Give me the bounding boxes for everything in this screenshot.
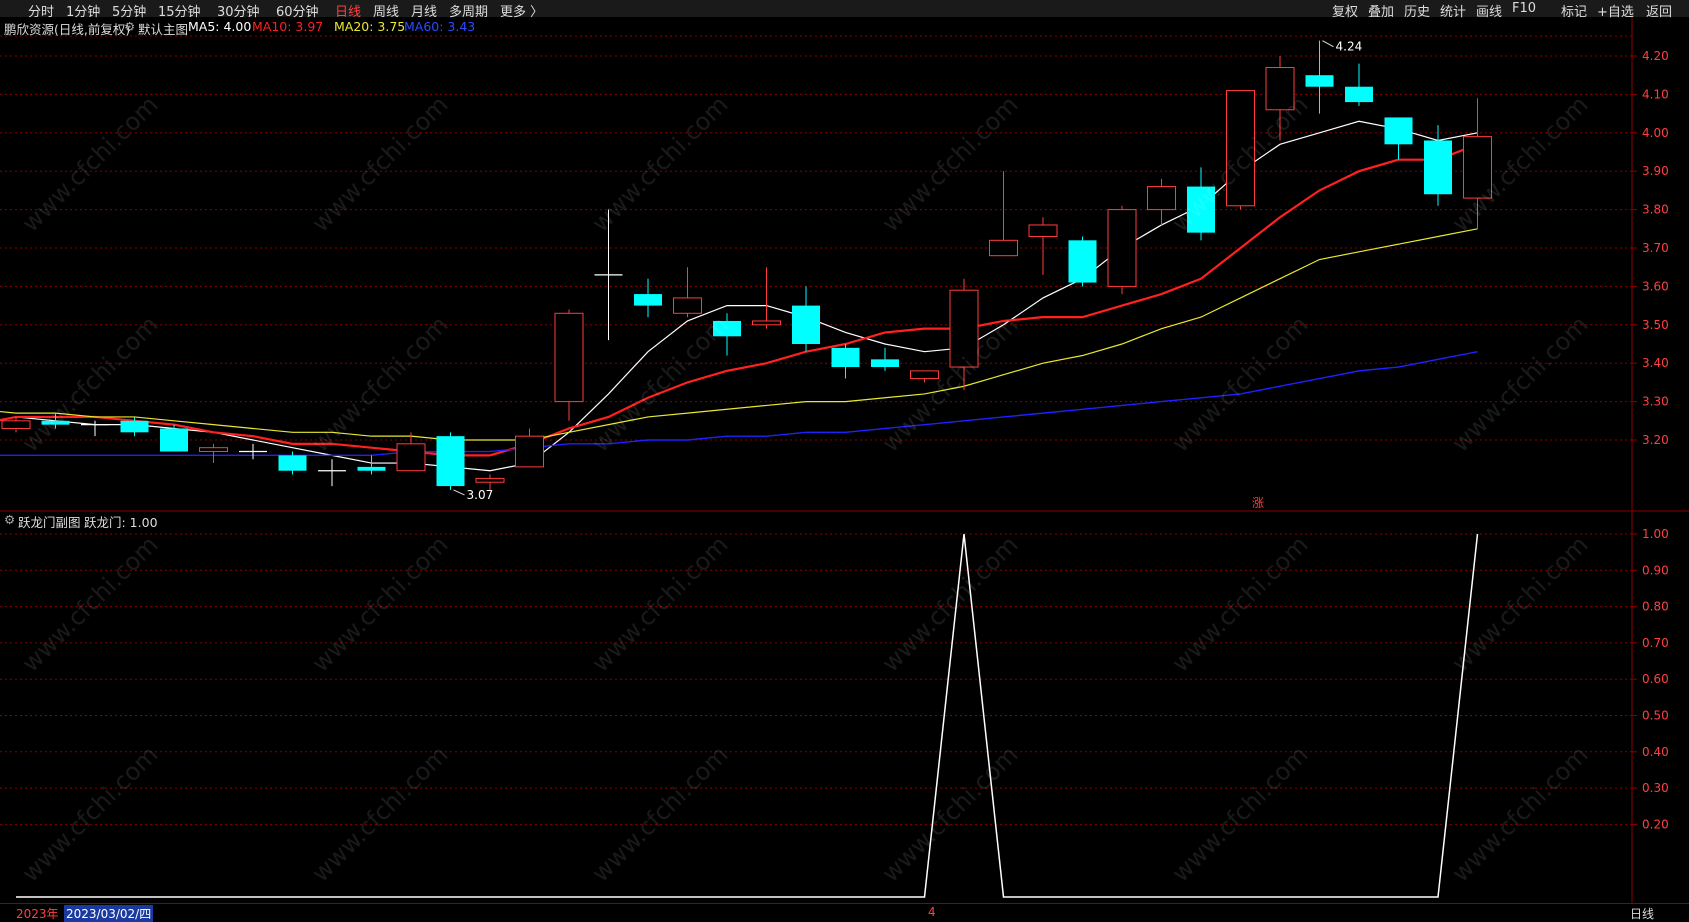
- candle-body-down: [120, 420, 149, 433]
- candle-body-down: [278, 455, 307, 471]
- sub-y-tick-label: 0.50: [1642, 709, 1669, 723]
- candle-body-up: [1463, 136, 1492, 199]
- candle-body-down: [1345, 86, 1373, 103]
- candle-body-down: [1305, 75, 1334, 87]
- annotation-pointer: [1322, 40, 1334, 48]
- sub-y-tick-label: 0.90: [1642, 563, 1669, 577]
- candle-body-up: [199, 447, 228, 453]
- candle-body-up: [989, 239, 1018, 257]
- y-tick-label: 3.50: [1642, 318, 1669, 332]
- cursor-date: 2023/03/02/四: [64, 905, 154, 922]
- candle-body-up: [396, 443, 426, 472]
- year-label: 2023年: [16, 907, 59, 921]
- candle-body-down: [1384, 117, 1413, 145]
- candle-body-up: [554, 312, 584, 403]
- candle-body-down: [871, 359, 899, 368]
- y-tick-label: 3.30: [1642, 395, 1669, 409]
- candle-body-down: [436, 436, 465, 487]
- candle-body-up: [1, 420, 31, 429]
- candle-body-down: [160, 428, 188, 452]
- candle-body-up: [1265, 67, 1295, 111]
- candle-body-down: [634, 294, 662, 306]
- sub-y-tick-label: 0.60: [1642, 672, 1669, 686]
- candle-body-down: [1424, 140, 1452, 195]
- y-tick-label: 3.80: [1642, 203, 1669, 217]
- date-axis-bar: 2023年 2023/03/02/四 4 日线: [0, 903, 1689, 922]
- sub-y-tick-label: 0.80: [1642, 600, 1669, 614]
- candle-body-down: [792, 305, 820, 344]
- y-tick-label: 3.70: [1642, 241, 1669, 255]
- sub-y-tick-label: 0.40: [1642, 745, 1669, 759]
- month-marker: 4: [928, 905, 936, 919]
- y-tick-label: 4.10: [1642, 87, 1669, 101]
- price-annotation: 4.24: [1336, 40, 1363, 54]
- annotation-pointer: [453, 489, 465, 496]
- candle-body-down: [831, 347, 860, 368]
- y-tick-label: 3.90: [1642, 164, 1669, 178]
- y-tick-label: 3.60: [1642, 279, 1669, 293]
- candle-body-up: [673, 297, 702, 314]
- candle-body-up: [1028, 224, 1058, 237]
- y-tick-label: 3.20: [1642, 433, 1669, 447]
- y-tick-label: 4.20: [1642, 49, 1669, 63]
- stock-chart[interactable]: 3.20 3.30 3.40 3.50 3.60 3.70 3.80 3.90 4.00 4.10…: [0, 0, 1689, 903]
- y-tick-label: 4.00: [1642, 126, 1669, 140]
- candle-body-down: [1068, 240, 1097, 283]
- ma-line-ma5: [15, 120, 1478, 472]
- candle-body-up: [949, 289, 979, 368]
- sub-y-tick-label: 0.20: [1642, 817, 1669, 831]
- sub-y-tick-label: 1.00: [1642, 527, 1669, 541]
- period-label[interactable]: 日线: [1630, 905, 1654, 922]
- price-annotation: 3.07: [467, 488, 494, 502]
- candle-body-up: [1226, 90, 1255, 207]
- candle-body-up: [910, 370, 939, 380]
- y-tick-label: 3.40: [1642, 356, 1669, 370]
- rise-marker: 涨: [1252, 495, 1264, 510]
- sub-y-tick-label: 0.30: [1642, 781, 1669, 795]
- candle-body-up: [475, 477, 505, 483]
- candle-body-up: [1107, 209, 1137, 287]
- candle-body-up: [1147, 186, 1176, 211]
- candle-body-up: [752, 320, 781, 326]
- candle-body-down: [713, 320, 741, 337]
- candle-body-down: [41, 420, 70, 425]
- candle-body-up: [515, 435, 544, 468]
- sub-y-tick-label: 0.70: [1642, 636, 1669, 650]
- candle-body-down: [1187, 186, 1215, 233]
- candle-body-down: [357, 466, 386, 471]
